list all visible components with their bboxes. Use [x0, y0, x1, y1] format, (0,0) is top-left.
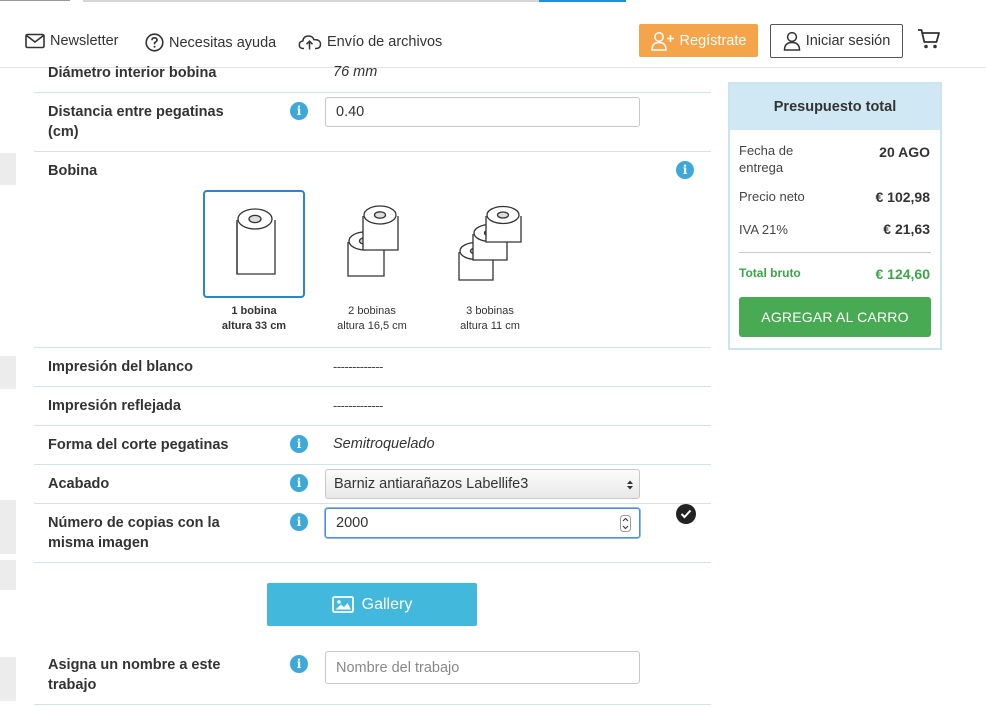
acabado-value: Barniz antiarañazos Labellife3: [334, 476, 529, 492]
info-icon[interactable]: i: [290, 655, 308, 673]
diametro-label: Diámetro interior bobina: [48, 65, 217, 81]
iva-value: € 21,63: [883, 221, 930, 237]
fecha-label: Fecha de entrega: [739, 143, 794, 175]
select-arrows-icon: [627, 480, 633, 490]
help-label: Necesitas ayuda: [169, 34, 277, 51]
corte-value: Semitroquelado: [333, 436, 435, 452]
corte-label: Forma del corte pegatinas: [48, 437, 229, 453]
side-tab: [0, 560, 16, 590]
nombre-label: Asigna un nombre a este trabajo: [48, 657, 221, 693]
strip-segment-active: [539, 0, 626, 2]
bobina-option-2-line2: altura 16,5 cm: [337, 320, 407, 332]
reflejada-label: Impresión reflejada: [48, 398, 181, 414]
three-rolls-icon: [458, 205, 522, 281]
total-value: € 124,60: [875, 266, 931, 282]
envelope-icon: [25, 33, 45, 49]
row-distancia: Distancia entre pegatinas (cm) i 0.40: [34, 93, 711, 152]
bobina-option-2-caption: 2 bobinas altura 16,5 cm: [312, 304, 432, 334]
upload-label: Envío de archivos: [327, 34, 443, 50]
register-label: Regístrate: [679, 32, 747, 49]
help-link[interactable]: Necesitas ayuda: [145, 33, 276, 52]
row-acabado: Acabado i Barniz antiarañazos Labellife3: [34, 465, 711, 504]
summary-title: Presupuesto total: [730, 84, 940, 130]
bobina-label: Bobina: [48, 163, 98, 179]
blanco-label: Impresión del blanco: [48, 359, 194, 375]
info-icon[interactable]: i: [290, 102, 308, 120]
distancia-input[interactable]: 0.40: [325, 97, 640, 127]
copias-input[interactable]: 2000: [325, 508, 640, 538]
bobina-option-1-line1: 1 bobina: [231, 305, 277, 317]
acabado-select[interactable]: Barniz antiarañazos Labellife3: [325, 469, 640, 499]
newsletter-link[interactable]: Newsletter: [25, 33, 119, 49]
user-plus-icon: [650, 31, 674, 51]
question-circle-icon: [145, 33, 164, 52]
diametro-value: 76 mm: [333, 64, 378, 80]
neto-label: Precio neto: [739, 189, 805, 204]
bobina-option-3-line2: altura 11 cm: [460, 320, 520, 332]
row-corte: Forma del corte pegatinas i Semitroquela…: [34, 426, 711, 465]
blanco-value: -------------: [333, 359, 383, 374]
bobina-option-3-caption: 3 bobinas altura 11 cm: [430, 304, 550, 334]
row-reflejada: Impresión reflejada -------------: [34, 387, 711, 426]
distancia-value: 0.40: [336, 104, 365, 120]
two-rolls-icon: [347, 205, 399, 277]
register-button[interactable]: Regístrate: [639, 24, 758, 57]
total-label: Total bruto: [739, 266, 801, 280]
strip-segment: [0, 0, 70, 1]
row-blanco: Impresión del blanco -------------: [34, 348, 711, 387]
copias-label: Número de copias con la misma imagen: [48, 515, 220, 551]
login-button[interactable]: Iniciar sesión: [770, 24, 903, 58]
acabado-label: Acabado: [48, 476, 110, 492]
bobina-option-3-line1: 3 bobinas: [466, 305, 514, 317]
distancia-label: Distancia entre pegatinas (cm): [48, 104, 224, 140]
side-tab: [0, 356, 16, 389]
row-copias: Número de copias con la misma imagen i 2…: [34, 504, 711, 563]
summary-divider: [739, 252, 931, 253]
bobina-option-1[interactable]: [203, 190, 305, 298]
side-tab: [0, 153, 16, 185]
info-icon[interactable]: i: [290, 435, 308, 453]
info-icon[interactable]: i: [290, 513, 308, 531]
budget-summary: Presupuesto total Fecha de entrega 20 AG…: [728, 82, 942, 350]
gallery-button[interactable]: Gallery: [267, 583, 477, 626]
single-roll-icon: [236, 208, 276, 275]
bobina-option-2[interactable]: [326, 190, 428, 298]
top-progress-strip: [0, 0, 986, 3]
bobina-option-1-line2: altura 33 cm: [221, 320, 287, 332]
newsletter-label: Newsletter: [50, 33, 119, 49]
nombre-input[interactable]: Nombre del trabajo: [325, 651, 640, 684]
upload-link[interactable]: Envío de archivos: [298, 33, 442, 51]
side-tab: [0, 500, 16, 554]
user-icon: [783, 31, 800, 51]
nombre-placeholder: Nombre del trabajo: [336, 659, 460, 676]
site-header: Newsletter Necesitas ayuda Envío de arch…: [0, 12, 986, 68]
row-diametro: Diámetro interior bobina 76 mm: [34, 62, 711, 93]
info-icon[interactable]: i: [290, 474, 308, 492]
fecha-value: 20 AGO: [879, 144, 930, 160]
stepper-icon[interactable]: [620, 515, 631, 532]
strip-segment: [83, 0, 539, 2]
gallery-label: Gallery: [361, 595, 413, 613]
side-tab: [0, 657, 16, 701]
copias-value: 2000: [336, 515, 369, 531]
bobina-option-3[interactable]: [449, 190, 551, 298]
neto-value: € 102,98: [875, 189, 931, 205]
cloud-upload-icon: [298, 35, 322, 50]
row-nombre: Asigna un nombre a este trabajo i Nombre…: [34, 645, 711, 705]
image-icon: [331, 596, 354, 613]
reflejada-value: -------------: [333, 398, 383, 413]
iva-label: IVA 21%: [739, 222, 788, 237]
cart-icon[interactable]: [917, 28, 941, 55]
login-label: Iniciar sesión: [805, 33, 891, 49]
add-to-cart-button[interactable]: AGREGAR AL CARRO: [739, 297, 931, 337]
bobina-option-1-caption: 1 bobina altura 33 cm: [194, 304, 314, 334]
check-circle-icon: [676, 504, 696, 524]
info-icon[interactable]: i: [676, 161, 694, 179]
bobina-option-2-line1: 2 bobinas: [348, 305, 396, 317]
